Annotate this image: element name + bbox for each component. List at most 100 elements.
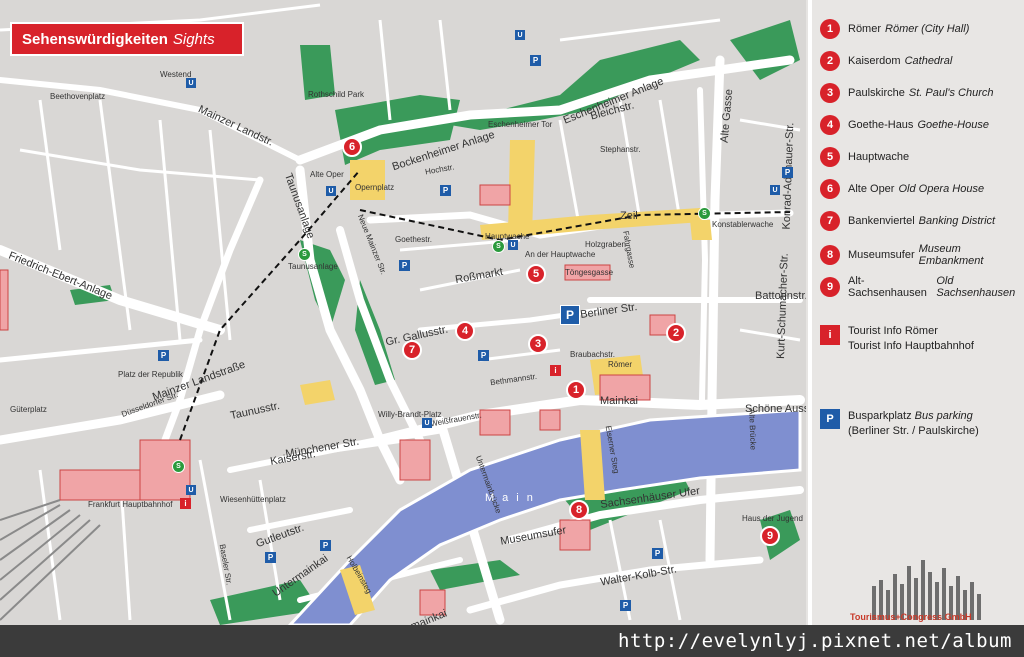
suburban-train-icon: S <box>172 460 185 473</box>
legend-number: 7 <box>820 211 840 231</box>
street-label: Goethestr. <box>395 235 432 244</box>
legend-item-3[interactable]: 3 Paulskirche St. Paul's Church <box>820 83 994 103</box>
legend-name-de: Alt-Sachsenhausen <box>848 275 927 299</box>
sight-marker-2[interactable]: 2 <box>666 323 686 343</box>
parking-icon: P <box>158 350 169 361</box>
place-label: Beethovenplatz <box>50 92 106 101</box>
parking-icon: P <box>265 552 276 563</box>
subway-station-icon: U <box>186 485 196 495</box>
place-label: Taunusanlage <box>288 262 338 271</box>
bus-parking-line-1: Busparkplatz <box>848 410 912 422</box>
bus-parking-icon[interactable]: P <box>560 305 580 325</box>
legend-name-en: Goethe-House <box>917 119 989 131</box>
legend-number: 2 <box>820 51 840 71</box>
legend-item-2[interactable]: 2 Kaiserdom Cathedral <box>820 51 952 71</box>
bus-parking-line-1-en: Bus parking <box>914 410 973 422</box>
legend-number: 4 <box>820 115 840 135</box>
sight-marker-5[interactable]: 5 <box>526 264 546 284</box>
tourist-info-line-1: Tourist Info Römer <box>848 325 938 337</box>
parking-icon: P <box>478 350 489 361</box>
legend-item-6[interactable]: 6 Alte Oper Old Opera House <box>820 179 984 199</box>
parking-icon: P <box>530 55 541 66</box>
subway-station-icon: U <box>422 418 432 428</box>
map-title: Sehenswürdigkeiten Sights <box>10 22 244 56</box>
legend-name-de: Paulskirche <box>848 87 905 99</box>
map-title-de: Sehenswürdigkeiten <box>22 30 168 48</box>
parking-icon: P <box>320 540 331 551</box>
legend-tourist-info[interactable]: i <box>820 325 848 345</box>
legend-item-8[interactable]: 8 Museumsufer Museum Embankment <box>820 243 1024 267</box>
place-label: Opernplatz <box>355 183 395 192</box>
place-label: Willy-Brandt-Platz <box>378 410 442 419</box>
river-label: Main <box>485 492 541 504</box>
sight-marker-6[interactable]: 6 <box>342 137 362 157</box>
place-label: Güterplatz <box>10 405 47 414</box>
subway-station-icon: U <box>186 78 196 88</box>
suburban-train-icon: S <box>298 248 311 261</box>
place-label: Töngesgasse <box>565 268 614 277</box>
legend-number: 6 <box>820 179 840 199</box>
legend-bus-parking[interactable]: P <box>820 409 848 429</box>
sight-marker-3[interactable]: 3 <box>528 334 548 354</box>
place-label: Haus der Jugend <box>742 514 803 523</box>
place-label: Holzgraben <box>585 240 626 249</box>
street-label: Stephanstr. <box>600 145 641 154</box>
bridge-label: Alte Brücke <box>747 408 758 451</box>
legend-name-de: Hauptwache <box>848 151 910 163</box>
watermark-url: http://evelynlyj.pixnet.net/album <box>0 625 1024 657</box>
legend-name-en: Old Opera House <box>898 183 985 195</box>
parking-icon: P <box>399 260 410 271</box>
place-label: Eschenheimer Tor <box>488 120 553 129</box>
legend-item-4[interactable]: 4 Goethe-Haus Goethe-House <box>820 115 989 135</box>
place-label: Platz der Republik <box>118 370 183 379</box>
tourist-info-icon: i <box>820 325 840 345</box>
legend-name-en: St. Paul's Church <box>908 87 994 99</box>
sight-marker-4[interactable]: 4 <box>455 321 475 341</box>
street-label: Mainkai <box>600 395 638 407</box>
legend-item-1[interactable]: 1 Römer Römer (City Hall) <box>820 19 969 39</box>
place-label: An der Hauptwache <box>525 250 596 259</box>
parking-icon: P <box>620 600 631 611</box>
legend-name-en: Römer (City Hall) <box>885 23 970 35</box>
subway-station-icon: U <box>770 185 780 195</box>
sight-marker-8[interactable]: 8 <box>569 500 589 520</box>
tourist-info-icon[interactable]: i <box>180 498 191 509</box>
railway-tracks <box>0 499 101 621</box>
skyline-logo-icon <box>872 560 981 620</box>
legend-item-9[interactable]: 9 Alt-Sachsenhausen Old Sachsenhausen <box>820 275 1024 299</box>
city-map[interactable]: Sehenswürdigkeiten Sights Mainzer Landst… <box>0 0 806 625</box>
place-label: Frankfurt Hauptbahnhof <box>88 500 173 509</box>
legend-item-7[interactable]: 7 Bankenviertel Banking District <box>820 211 995 231</box>
legend-name-de: Kaiserdom <box>848 55 901 67</box>
legend-name-de: Bankenviertel <box>848 215 915 227</box>
legend-name-de: Museumsufer <box>848 249 915 261</box>
parking-icon: P <box>652 548 663 559</box>
sight-marker-9[interactable]: 9 <box>760 526 780 546</box>
subway-station-icon: U <box>515 30 525 40</box>
legend-number: 5 <box>820 147 840 167</box>
tourist-info-icon[interactable]: i <box>550 365 561 376</box>
sight-marker-7[interactable]: 7 <box>402 340 422 360</box>
legend-item-5[interactable]: 5 Hauptwache <box>820 147 913 167</box>
legend-panel: 1 Römer Römer (City Hall) 2 Kaiserdom Ca… <box>808 0 1024 625</box>
place-label: Wiesenhüttenplatz <box>220 495 286 504</box>
subway-station-icon: U <box>508 240 518 250</box>
bus-parking-line-2: (Berliner Str. / Paulskirche) <box>848 425 979 437</box>
parking-icon: P <box>782 167 793 178</box>
legend-number: 1 <box>820 19 840 39</box>
legend-name-de: Römer <box>848 23 882 35</box>
street-label: Braubachstr. <box>570 350 615 359</box>
bus-parking-icon: P <box>820 409 840 429</box>
legend-name-en: Museum Embankment <box>918 243 984 267</box>
map-title-en: Sights <box>172 30 215 48</box>
legend-name-en: Old Sachsenhausen <box>936 275 1016 299</box>
place-label: Konstablerwache <box>712 220 774 229</box>
subway-station-icon: U <box>326 186 336 196</box>
sight-marker-1[interactable]: 1 <box>566 380 586 400</box>
place-label: Römer <box>608 360 633 369</box>
legend-number: 9 <box>820 277 840 297</box>
street-label: Battonnstr. <box>755 290 806 302</box>
legend-name-en: Banking District <box>918 215 996 227</box>
place-label: Rothschild Park <box>308 90 365 99</box>
street-label: Zeil <box>620 210 638 222</box>
